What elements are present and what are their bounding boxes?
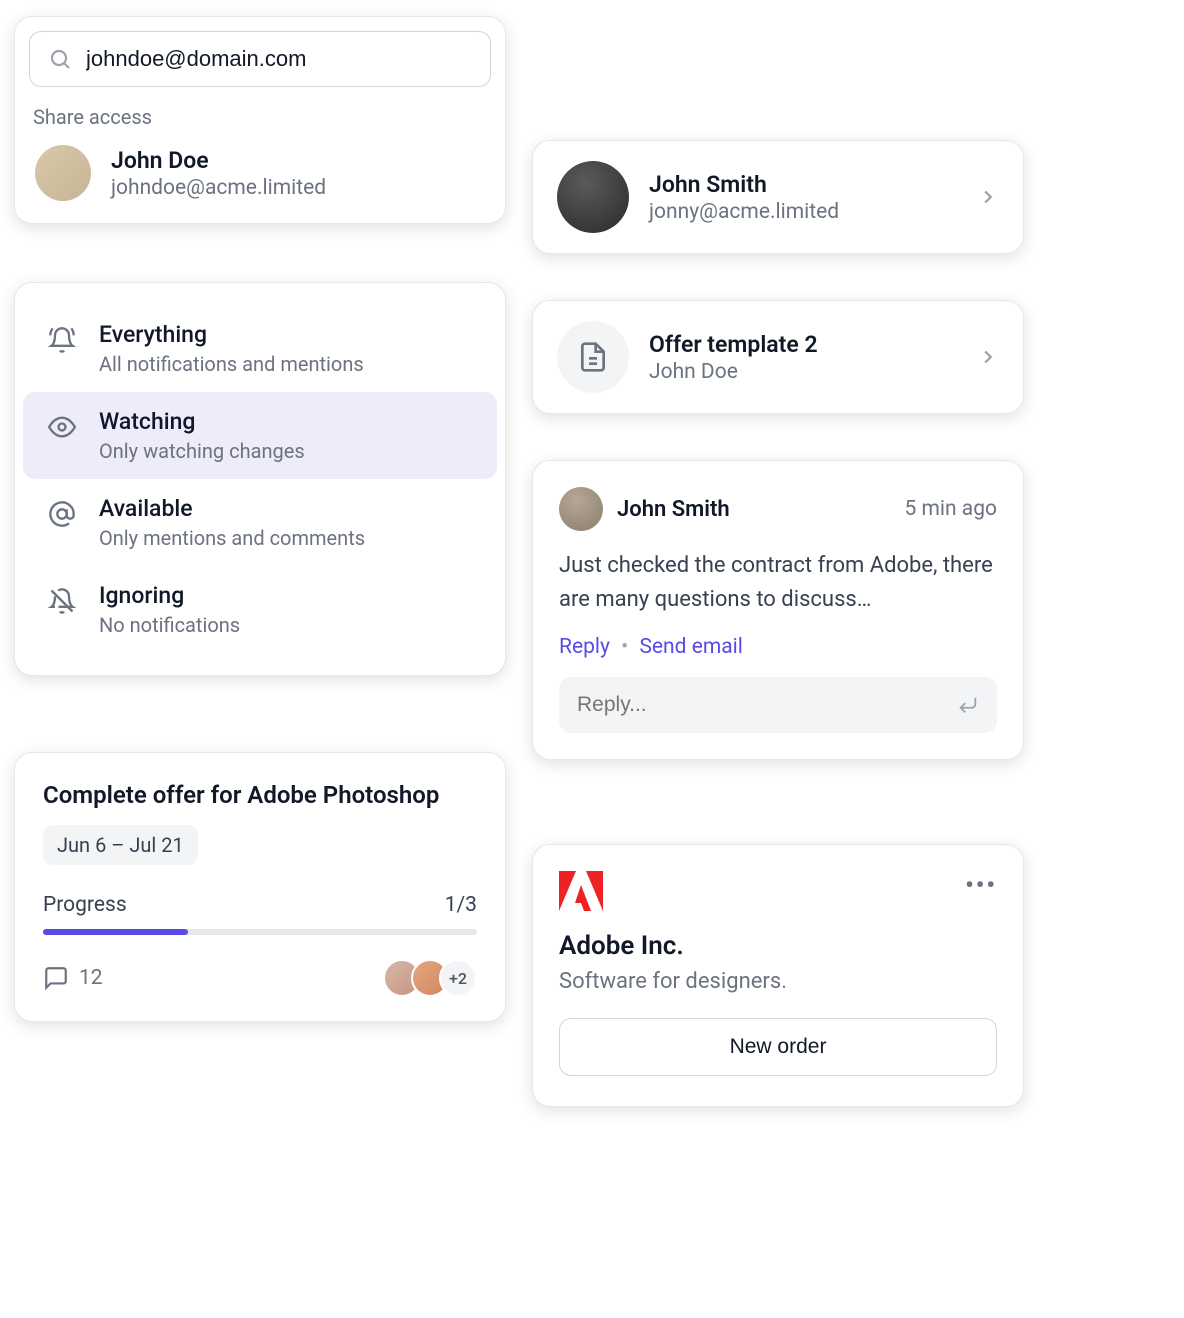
at-sign-icon bbox=[47, 499, 77, 529]
reply-input[interactable] bbox=[577, 693, 957, 717]
option-subtitle: All notifications and mentions bbox=[99, 352, 364, 376]
eye-icon bbox=[47, 412, 77, 442]
contact-name: John Smith bbox=[649, 171, 957, 198]
adobe-logo-icon bbox=[559, 871, 603, 911]
comments-number: 12 bbox=[79, 966, 103, 990]
user-name: John Doe bbox=[111, 147, 485, 174]
more-menu-button[interactable]: ••• bbox=[965, 871, 997, 899]
enter-icon bbox=[957, 694, 979, 716]
new-order-button[interactable]: New order bbox=[559, 1018, 997, 1076]
progress-bar bbox=[43, 929, 477, 935]
option-subtitle: No notifications bbox=[99, 613, 240, 637]
share-search-box[interactable] bbox=[29, 31, 491, 87]
option-title: Available bbox=[99, 495, 365, 522]
company-tagline: Software for designers. bbox=[559, 969, 997, 994]
comment-body: Just checked the contract from Adobe, th… bbox=[559, 549, 997, 617]
comment-author: John Smith bbox=[617, 497, 890, 522]
contact-row-card[interactable]: John Smith jonny@acme.limited bbox=[532, 140, 1024, 254]
option-subtitle: Only mentions and comments bbox=[99, 526, 365, 550]
chevron-right-icon bbox=[977, 346, 999, 368]
bell-off-icon bbox=[47, 586, 77, 616]
share-user-row[interactable]: John Doe johndoe@acme.limited bbox=[29, 141, 491, 205]
comment-card: John Smith 5 min ago Just checked the co… bbox=[532, 460, 1024, 760]
option-ignoring[interactable]: Ignoring No notifications bbox=[23, 566, 497, 653]
company-card: ••• Adobe Inc. Software for designers. N… bbox=[532, 844, 1024, 1107]
document-icon bbox=[557, 321, 629, 393]
option-title: Ignoring bbox=[99, 582, 240, 609]
send-email-link[interactable]: Send email bbox=[639, 635, 742, 659]
company-name: Adobe Inc. bbox=[559, 931, 997, 961]
more-avatars-badge: +2 bbox=[439, 959, 477, 997]
progress-label: Progress bbox=[43, 893, 127, 917]
option-available[interactable]: Available Only mentions and comments bbox=[23, 479, 497, 566]
avatar bbox=[557, 161, 629, 233]
option-title: Everything bbox=[99, 321, 364, 348]
comment-timestamp: 5 min ago bbox=[904, 497, 997, 521]
share-access-card: Share access John Doe johndoe@acme.limit… bbox=[14, 16, 506, 224]
notification-options-card: Everything All notifications and mention… bbox=[14, 282, 506, 676]
option-title: Watching bbox=[99, 408, 305, 435]
document-row-card[interactable]: Offer template 2 John Doe bbox=[532, 300, 1024, 414]
task-title: Complete offer for Adobe Photoshop bbox=[43, 781, 477, 809]
search-icon bbox=[48, 47, 72, 71]
option-everything[interactable]: Everything All notifications and mention… bbox=[23, 305, 497, 392]
option-watching[interactable]: Watching Only watching changes bbox=[23, 392, 497, 479]
bell-ring-icon bbox=[47, 325, 77, 355]
task-card: Complete offer for Adobe Photoshop Jun 6… bbox=[14, 752, 506, 1022]
contact-email: jonny@acme.limited bbox=[649, 200, 957, 224]
assignee-avatars[interactable]: +2 bbox=[383, 959, 477, 997]
separator-dot: • bbox=[621, 635, 628, 659]
share-access-label: Share access bbox=[33, 105, 491, 129]
chevron-right-icon bbox=[977, 186, 999, 208]
reply-link[interactable]: Reply bbox=[559, 635, 610, 659]
share-search-input[interactable] bbox=[86, 46, 472, 72]
option-subtitle: Only watching changes bbox=[99, 439, 305, 463]
date-range-chip[interactable]: Jun 6 – Jul 21 bbox=[43, 825, 198, 865]
avatar bbox=[559, 487, 603, 531]
avatar bbox=[35, 145, 91, 201]
reply-input-box[interactable] bbox=[559, 677, 997, 733]
document-author: John Doe bbox=[649, 360, 957, 384]
progress-value: 1/3 bbox=[445, 893, 477, 917]
comment-icon bbox=[43, 965, 69, 991]
user-email: johndoe@acme.limited bbox=[111, 176, 485, 200]
comments-count[interactable]: 12 bbox=[43, 965, 103, 991]
document-title: Offer template 2 bbox=[649, 331, 957, 358]
progress-fill bbox=[43, 929, 188, 935]
